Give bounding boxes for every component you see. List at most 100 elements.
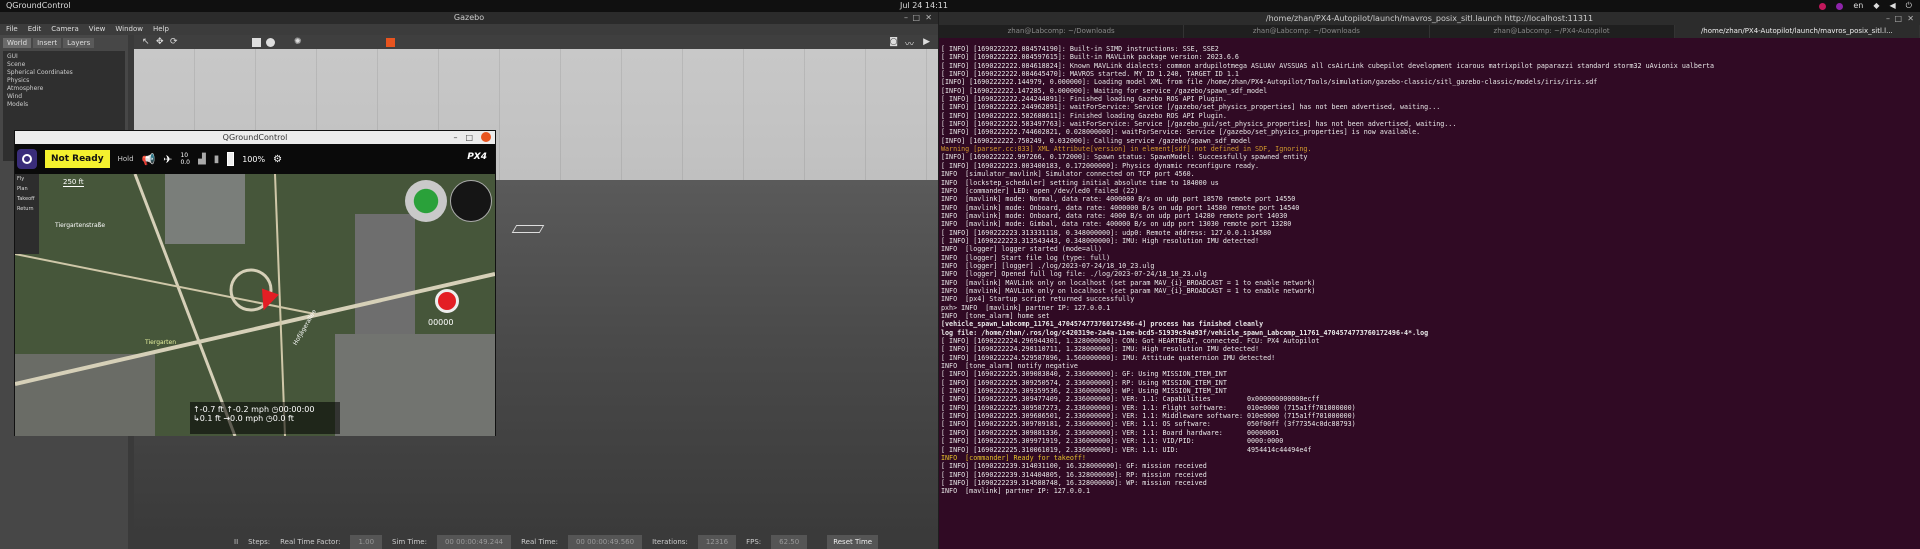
menu-camera[interactable]: Camera bbox=[51, 24, 78, 35]
realtime-label: Real Time: bbox=[521, 538, 558, 546]
gazebo-status-bar: II Steps: Real Time Factor: 1.00 Sim Tim… bbox=[134, 535, 938, 549]
px4-logo: PX4 bbox=[467, 152, 487, 162]
tree-item-scene[interactable]: Scene bbox=[7, 61, 121, 69]
tool-fly[interactable]: Fly bbox=[15, 174, 39, 184]
terminal-line: [INFO] [1690222222.997266, 0.172000]: Sp… bbox=[941, 153, 1308, 162]
terminal-line: [ INFO] [1690222239.314588748, 16.328000… bbox=[941, 478, 1207, 487]
distance-travelled: 0.0 ft bbox=[272, 414, 294, 423]
telemetry-panel[interactable]: ↑-0.7 ft ↑-0.2 mph ◷00:00:00 ↳0.1 ft →0.… bbox=[190, 402, 340, 434]
fps-value: 62.50 bbox=[771, 535, 808, 549]
terminal-line: INFO [mavlink] mode: Normal, data rate: … bbox=[941, 195, 1296, 204]
vehicle-state[interactable]: Not Ready bbox=[45, 150, 110, 168]
attitude-instrument[interactable] bbox=[450, 180, 492, 222]
terminal-line: INFO [commander] LED: open /dev/led0 fai… bbox=[941, 186, 1139, 195]
tree-item-wind[interactable]: Wind bbox=[7, 93, 121, 101]
rc-icon[interactable]: ▟ bbox=[198, 154, 206, 165]
tool-plan[interactable]: Plan bbox=[15, 184, 39, 194]
maximize-icon[interactable]: □ bbox=[1894, 12, 1902, 25]
reset-time-button[interactable]: Reset Time bbox=[827, 535, 879, 549]
gps-status[interactable]: 10 0.0 bbox=[180, 152, 190, 166]
tab-insert[interactable]: Insert bbox=[33, 38, 62, 48]
battery-percent[interactable]: 100% bbox=[242, 155, 265, 164]
megaphone-icon[interactable]: 📢 bbox=[142, 153, 156, 166]
menu-file[interactable]: File bbox=[6, 24, 18, 35]
video-record-button[interactable] bbox=[435, 289, 459, 313]
clock[interactable]: Jul 24 14:11 bbox=[900, 0, 948, 12]
box-shape-icon[interactable] bbox=[252, 38, 261, 47]
tree-item-physics[interactable]: Physics bbox=[7, 77, 121, 85]
satellite-icon[interactable]: ✈ bbox=[163, 153, 172, 166]
terminal-window: /home/zhan/PX4-Autopilot/launch/mavros_p… bbox=[939, 12, 1920, 549]
language-indicator[interactable]: en bbox=[1853, 0, 1863, 12]
qgc-title-bar: QGroundControl – □ bbox=[15, 131, 495, 144]
select-tool-icon[interactable]: ↖ bbox=[142, 37, 150, 47]
terminal-line: [ INFO] [1690222222.244244891]: Finished… bbox=[941, 95, 1227, 104]
minimize-icon[interactable]: – bbox=[453, 131, 457, 144]
flight-mode[interactable]: Hold bbox=[118, 155, 134, 163]
active-app-label[interactable]: QGroundControl bbox=[6, 0, 71, 12]
menu-view[interactable]: View bbox=[89, 24, 106, 35]
translate-tool-icon[interactable]: ✥ bbox=[156, 37, 164, 47]
terminal-tab[interactable]: zhan@Labcomp: ~/Downloads bbox=[1184, 25, 1430, 38]
system-top-bar: QGroundControl Jul 24 14:11 en ◆ ◀ ⏻ bbox=[0, 0, 1920, 12]
terminal-line: Warning [parser.cc:833] XML Attribute[ve… bbox=[941, 145, 1312, 154]
drone-model[interactable] bbox=[511, 225, 545, 233]
minimize-icon[interactable]: – bbox=[904, 12, 908, 24]
terminal-tab[interactable]: zhan@Labcomp: ~/PX4-Autopilot bbox=[1430, 25, 1675, 38]
app-indicator-icon[interactable] bbox=[1819, 2, 1827, 10]
video-icon[interactable]: ▶ bbox=[923, 37, 930, 47]
screenshot-icon[interactable]: ◙ bbox=[889, 37, 898, 47]
simtime-value: 00 00:00:49.244 bbox=[436, 535, 512, 549]
close-icon[interactable]: ✕ bbox=[925, 12, 932, 24]
app-indicator-icon[interactable] bbox=[1836, 2, 1844, 10]
fps-label: FPS: bbox=[746, 538, 762, 546]
terminal-line: INFO [mavlink] partner IP: 127.0.0.1 bbox=[941, 487, 1090, 496]
power-icon[interactable]: ⏻ bbox=[1906, 0, 1912, 12]
tab-layers[interactable]: Layers bbox=[63, 38, 95, 48]
tree-item-models[interactable]: Models bbox=[7, 101, 121, 109]
gazebo-toolbar: ↖ ✥ ⟳ ✺ ◙ 〰 ▶ bbox=[134, 35, 938, 50]
tree-item-gui[interactable]: GUI bbox=[7, 53, 121, 61]
terminal-tab-active[interactable]: /home/zhan/PX4-Autopilot/launch/mavros_p… bbox=[1674, 25, 1920, 38]
gps-count: 10 bbox=[180, 152, 189, 159]
gear-icon[interactable]: ⚙ bbox=[273, 154, 282, 165]
pause-button[interactable]: II bbox=[234, 535, 238, 549]
signal-icon[interactable]: ▮ bbox=[214, 154, 220, 165]
tree-item-spherical-coordinates[interactable]: Spherical Coordinates bbox=[7, 69, 121, 77]
terminal-title: /home/zhan/PX4-Autopilot/launch/mavros_p… bbox=[1265, 14, 1594, 23]
terminal-tab[interactable]: zhan@Labcomp: ~/Downloads bbox=[939, 25, 1185, 38]
map-view[interactable]: Fly Plan Takeoff Return 250 ft Tiergarte… bbox=[15, 174, 495, 436]
maximize-icon[interactable]: □ bbox=[912, 12, 920, 24]
tool-takeoff[interactable]: Takeoff bbox=[15, 194, 39, 204]
minimize-icon[interactable]: – bbox=[1886, 12, 1890, 25]
terminal-output[interactable]: [ INFO] [1690222222.084574190]: Built-in… bbox=[941, 45, 1918, 549]
record-icon[interactable] bbox=[386, 38, 395, 47]
close-icon[interactable]: ✕ bbox=[1907, 12, 1914, 25]
terminal-line: [ INFO] [1690222222.582688611]: Finished… bbox=[941, 111, 1227, 120]
rotate-tool-icon[interactable]: ⟳ bbox=[170, 37, 178, 47]
tab-world[interactable]: World bbox=[3, 38, 32, 48]
terminal-line: [ INFO] [1690222239.314404805, 16.328000… bbox=[941, 470, 1207, 479]
map-label: Tiergarten bbox=[145, 339, 176, 346]
terminal-line: [ INFO] [1690222222.583497763]: waitForS… bbox=[941, 120, 1457, 129]
light-icon[interactable]: ✺ bbox=[294, 37, 302, 47]
maximize-icon[interactable]: □ bbox=[465, 131, 473, 144]
menu-window[interactable]: Window bbox=[115, 24, 143, 35]
tool-return[interactable]: Return bbox=[15, 204, 39, 214]
volume-icon[interactable]: ◀ bbox=[1890, 0, 1896, 12]
terminal-line: INFO [mavlink] MAVLink only on localhost… bbox=[941, 278, 1316, 287]
gazebo-title-bar: Gazebo – □ ✕ bbox=[0, 12, 938, 24]
menu-edit[interactable]: Edit bbox=[28, 24, 42, 35]
terminal-line: [ INFO] [1690222224.296944301, 1.3280000… bbox=[941, 337, 1320, 346]
sphere-shape-icon[interactable] bbox=[266, 38, 275, 47]
terminal-line: [ INFO] [1690222225.309477409, 2.3360000… bbox=[941, 395, 1320, 404]
battery-icon[interactable] bbox=[227, 152, 235, 166]
terminal-tabs: zhan@Labcomp: ~/Downloads zhan@Labcomp: … bbox=[939, 25, 1920, 38]
qgc-logo-icon[interactable] bbox=[17, 149, 37, 169]
network-icon[interactable]: ◆ bbox=[1873, 0, 1879, 12]
compass-instrument[interactable] bbox=[405, 180, 447, 222]
terminal-line: [ INFO] [1690222225.310061019, 2.3360000… bbox=[941, 445, 1312, 454]
close-icon[interactable] bbox=[481, 132, 491, 142]
tree-item-atmosphere[interactable]: Atmosphere bbox=[7, 85, 121, 93]
menu-help[interactable]: Help bbox=[153, 24, 169, 35]
